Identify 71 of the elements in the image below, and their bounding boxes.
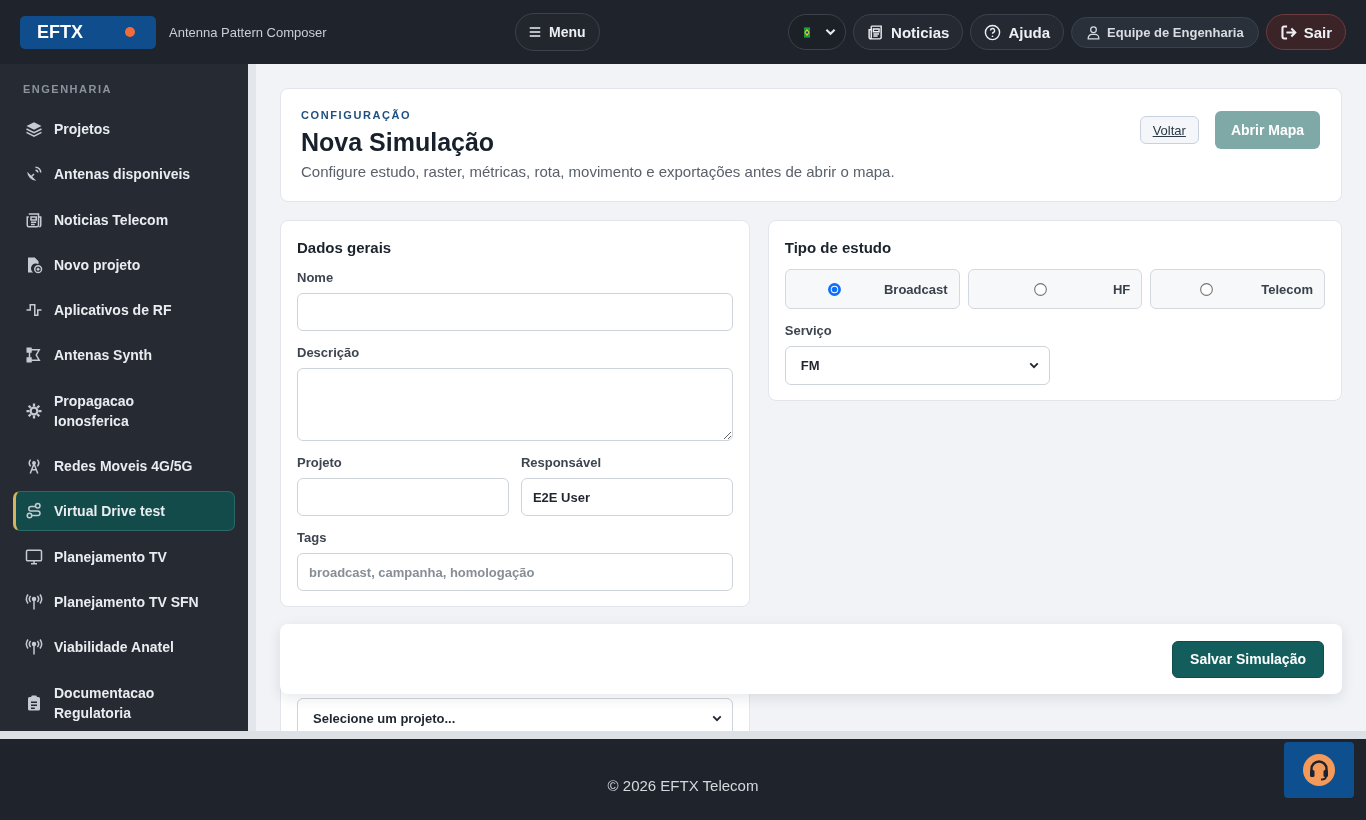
logout-button[interactable]: Sair xyxy=(1265,14,1346,50)
field-label: Projeto xyxy=(297,455,343,471)
layers-icon xyxy=(25,120,43,138)
clipboard-icon xyxy=(25,693,43,712)
sidebar-item[interactable]: Propagacao Ionosferica xyxy=(13,380,235,441)
owner-input[interactable]: E2E User xyxy=(520,478,733,516)
field-label: Serviço xyxy=(784,323,833,339)
app-name: Antenna Pattern Composer xyxy=(169,24,327,40)
study-type-option[interactable]: Telecom xyxy=(1150,269,1325,309)
menu-button[interactable]: Menu xyxy=(515,13,600,51)
sidebar-item[interactable]: Planejamento TV SFN xyxy=(13,581,235,622)
newspaper-icon xyxy=(25,210,43,229)
radio-button[interactable] xyxy=(1034,282,1048,296)
page-subtitle: Configure estudo, raster, métricas, rota, movimento e exportações antes de abrir o mapa. xyxy=(301,162,895,182)
card-title: Tipo de estudo xyxy=(784,238,893,258)
sidebar-item[interactable]: Antenas Synth xyxy=(13,335,235,376)
newspaper-icon xyxy=(867,23,885,41)
logout-icon xyxy=(1279,23,1297,41)
support-button[interactable] xyxy=(1284,742,1354,798)
sidebar-item[interactable]: Antenas disponiveis xyxy=(13,154,235,195)
language-select[interactable] xyxy=(788,14,847,50)
back-button[interactable]: Voltar xyxy=(1139,116,1199,144)
menu-icon xyxy=(528,25,543,39)
monitor-icon xyxy=(25,547,43,566)
section-label: ENGENHARIA xyxy=(23,82,113,96)
caret-icon xyxy=(825,28,837,36)
vector-shape-icon xyxy=(25,346,43,365)
route-icon xyxy=(25,502,43,521)
service-select[interactable]: FM xyxy=(784,346,1050,385)
sidebar-item[interactable]: Aplicativos de RF xyxy=(13,290,235,331)
caret-icon xyxy=(1028,362,1039,369)
sidebar-item[interactable]: Noticias Telecom xyxy=(13,199,235,240)
sidebar-item[interactable]: Redes Moveis 4G/5G xyxy=(13,446,235,487)
eyebrow-label: CONFIGURAÇÃO xyxy=(301,108,413,122)
study-type-option[interactable]: HF xyxy=(967,269,1143,309)
radio-button[interactable] xyxy=(828,282,842,296)
user-icon xyxy=(1086,24,1102,40)
file-plus-icon xyxy=(25,255,43,274)
antenna-signal-icon xyxy=(25,638,43,657)
headset-icon xyxy=(1303,754,1335,786)
copyright-text: © 2026 EFTX Telecom xyxy=(607,776,759,796)
help-icon xyxy=(984,23,1002,41)
news-button[interactable]: Noticias xyxy=(853,14,964,50)
save-button[interactable]: Salvar Simulação xyxy=(1172,640,1324,678)
sidebar-item[interactable]: Viabilidade Anatel xyxy=(13,627,235,668)
sidebar-item[interactable]: Projetos xyxy=(13,109,235,149)
user-button[interactable]: Equipe de Engenharia xyxy=(1071,16,1259,48)
sidebar-item[interactable]: Novo projeto xyxy=(13,244,235,285)
satellite-dish-icon xyxy=(25,165,43,184)
project-input[interactable] xyxy=(297,478,509,516)
sidebar-item[interactable]: Planejamento TV xyxy=(13,536,235,577)
tags-input[interactable]: broadcast, campanha, homologação xyxy=(297,553,733,591)
sidebar-item[interactable]: Virtual Drive test xyxy=(13,491,235,532)
flag-icon xyxy=(804,26,811,38)
study-type-option[interactable]: Broadcast xyxy=(784,269,960,309)
field-label: Tags xyxy=(297,530,328,546)
caret-icon xyxy=(711,714,722,722)
field-label: Descrição xyxy=(297,345,361,361)
antenna-signal-icon xyxy=(25,592,43,611)
sidebar-item[interactable]: Documentacao Regulatoria xyxy=(13,672,235,731)
gear-icon xyxy=(25,401,43,420)
logo-link[interactable]: EFTX xyxy=(20,15,156,49)
name-input[interactable] xyxy=(297,293,733,331)
page-title: Nova Simulação xyxy=(301,127,496,157)
field-label: Responsável xyxy=(520,455,603,471)
radio-button[interactable] xyxy=(1199,282,1213,296)
saved-raster-select[interactable]: Selecione um projeto... xyxy=(297,698,733,731)
card-title: Dados gerais xyxy=(297,238,393,258)
field-label: Nome xyxy=(297,270,335,286)
dot-icon xyxy=(125,27,135,37)
help-button[interactable]: Ajuda xyxy=(970,14,1065,50)
